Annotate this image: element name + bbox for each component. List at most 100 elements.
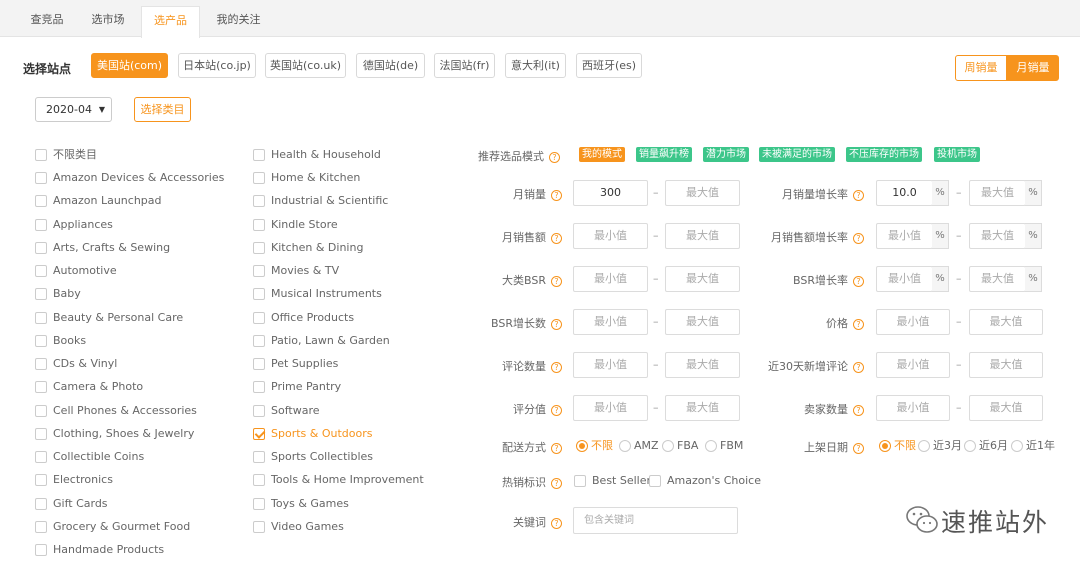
seller-count-min-input[interactable]: 最小值 [876, 395, 950, 421]
checkbox-icon[interactable] [253, 312, 265, 324]
checkbox-icon[interactable] [253, 265, 265, 277]
radio-icon[interactable] [619, 440, 631, 452]
checkbox-icon[interactable] [35, 451, 47, 463]
radio-icon[interactable] [918, 440, 930, 452]
tab-select-product[interactable]: 选产品 [141, 6, 200, 38]
help-icon[interactable]: ? [551, 275, 562, 287]
price-max-input[interactable]: 最大值 [969, 309, 1043, 335]
tab-my-watchlist[interactable]: 我的关注 [205, 6, 272, 37]
checkbox-icon[interactable] [253, 335, 265, 347]
site-button-de[interactable]: 德国站(de) [356, 53, 425, 78]
checkbox-icon[interactable] [253, 498, 265, 510]
help-icon[interactable]: ? [853, 189, 864, 201]
checkbox-icon[interactable] [253, 381, 265, 393]
rating-max-input[interactable]: 最大值 [665, 395, 740, 421]
rating-min-input[interactable]: 最小值 [573, 395, 648, 421]
radio-icon[interactable] [576, 440, 588, 452]
review-count-max-input[interactable]: 最大值 [665, 352, 740, 378]
help-icon[interactable]: ? [853, 275, 864, 287]
bsr-growth-count-min-input[interactable]: 最小值 [573, 309, 648, 335]
monthly-sales-toggle[interactable]: 月销量 [1007, 55, 1059, 81]
checkbox-icon[interactable] [35, 312, 47, 324]
checkbox-icon[interactable] [35, 149, 47, 161]
radio-icon[interactable] [879, 440, 891, 452]
weekly-sales-toggle[interactable]: 周销量 [955, 55, 1007, 81]
checkbox-icon[interactable] [253, 358, 265, 370]
help-icon[interactable]: ? [853, 442, 864, 454]
help-icon[interactable]: ? [551, 517, 562, 529]
site-button-jp[interactable]: 日本站(co.jp) [178, 53, 256, 78]
checkbox-icon[interactable] [35, 358, 47, 370]
price-min-input[interactable]: 最小值 [876, 309, 950, 335]
help-icon[interactable]: ? [551, 232, 562, 244]
checkbox-icon[interactable] [253, 219, 265, 231]
monthly-revenue-min-input[interactable]: 最小值 [573, 223, 648, 249]
mode-tag-my-mode[interactable]: 我的模式 [579, 147, 625, 162]
monthly-sales-growth-min-input[interactable]: 10.0 [876, 180, 933, 206]
monthly-sales-growth-max-input[interactable]: 最大值 [969, 180, 1026, 206]
checkbox-checked-icon[interactable] [253, 428, 265, 440]
checkbox-icon[interactable] [35, 381, 47, 393]
checkbox-icon[interactable] [35, 172, 47, 184]
checkbox-icon[interactable] [649, 475, 661, 487]
category-bsr-min-input[interactable]: 最小值 [573, 266, 648, 292]
checkbox-icon[interactable] [35, 544, 47, 556]
help-icon[interactable]: ? [551, 442, 562, 454]
monthly-revenue-growth-max-input[interactable]: 最大值 [969, 223, 1026, 249]
monthly-revenue-max-input[interactable]: 最大值 [665, 223, 740, 249]
monthly-revenue-growth-min-input[interactable]: 最小值 [876, 223, 933, 249]
checkbox-icon[interactable] [35, 498, 47, 510]
site-button-uk[interactable]: 英国站(co.uk) [265, 53, 346, 78]
keyword-input[interactable]: 包含关键词 [573, 507, 738, 534]
checkbox-icon[interactable] [253, 172, 265, 184]
checkbox-icon[interactable] [253, 195, 265, 207]
checkbox-icon[interactable] [35, 428, 47, 440]
help-icon[interactable]: ? [853, 318, 864, 330]
mode-tag-potential-market[interactable]: 潜力市场 [703, 147, 749, 162]
review-count-min-input[interactable]: 最小值 [573, 352, 648, 378]
mode-tag-low-inventory-market[interactable]: 不压库存的市场 [846, 147, 922, 162]
help-icon[interactable]: ? [549, 151, 560, 163]
monthly-sales-max-input[interactable]: 最大值 [665, 180, 740, 206]
site-button-us[interactable]: 美国站(com) [91, 53, 168, 78]
help-icon[interactable]: ? [551, 318, 562, 330]
checkbox-icon[interactable] [253, 521, 265, 533]
checkbox-icon[interactable] [253, 149, 265, 161]
help-icon[interactable]: ? [853, 232, 864, 244]
checkbox-icon[interactable] [35, 288, 47, 300]
checkbox-icon[interactable] [35, 405, 47, 417]
tab-check-competitors[interactable]: 查竞品 [18, 6, 76, 37]
bsr-growth-rate-max-input[interactable]: 最大值 [969, 266, 1026, 292]
bsr-growth-count-max-input[interactable]: 最大值 [665, 309, 740, 335]
monthly-sales-min-input[interactable]: 300 [573, 180, 648, 206]
checkbox-icon[interactable] [253, 405, 265, 417]
checkbox-icon[interactable] [35, 335, 47, 347]
new-reviews-30d-max-input[interactable]: 最大值 [969, 352, 1043, 378]
site-button-es[interactable]: 西班牙(es) [576, 53, 642, 78]
checkbox-icon[interactable] [35, 265, 47, 277]
checkbox-icon[interactable] [574, 475, 586, 487]
checkbox-icon[interactable] [253, 451, 265, 463]
radio-icon[interactable] [662, 440, 674, 452]
radio-icon[interactable] [1011, 440, 1023, 452]
help-icon[interactable]: ? [853, 404, 864, 416]
seller-count-max-input[interactable]: 最大值 [969, 395, 1043, 421]
category-bsr-max-input[interactable]: 最大值 [665, 266, 740, 292]
site-button-it[interactable]: 意大利(it) [505, 53, 566, 78]
radio-icon[interactable] [964, 440, 976, 452]
help-icon[interactable]: ? [551, 361, 562, 373]
new-reviews-30d-min-input[interactable]: 最小值 [876, 352, 950, 378]
mode-tag-unmet-market[interactable]: 未被满足的市场 [759, 147, 835, 162]
checkbox-icon[interactable] [253, 242, 265, 254]
help-icon[interactable]: ? [551, 404, 562, 416]
checkbox-icon[interactable] [35, 242, 47, 254]
mode-tag-speculative-market[interactable]: 投机市场 [934, 147, 980, 162]
checkbox-icon[interactable] [35, 474, 47, 486]
help-icon[interactable]: ? [853, 361, 864, 373]
checkbox-icon[interactable] [253, 288, 265, 300]
checkbox-icon[interactable] [35, 521, 47, 533]
help-icon[interactable]: ? [551, 189, 562, 201]
help-icon[interactable]: ? [551, 477, 562, 489]
month-select[interactable]: 2020-04 ▼ [35, 97, 112, 122]
bsr-growth-rate-min-input[interactable]: 最小值 [876, 266, 933, 292]
